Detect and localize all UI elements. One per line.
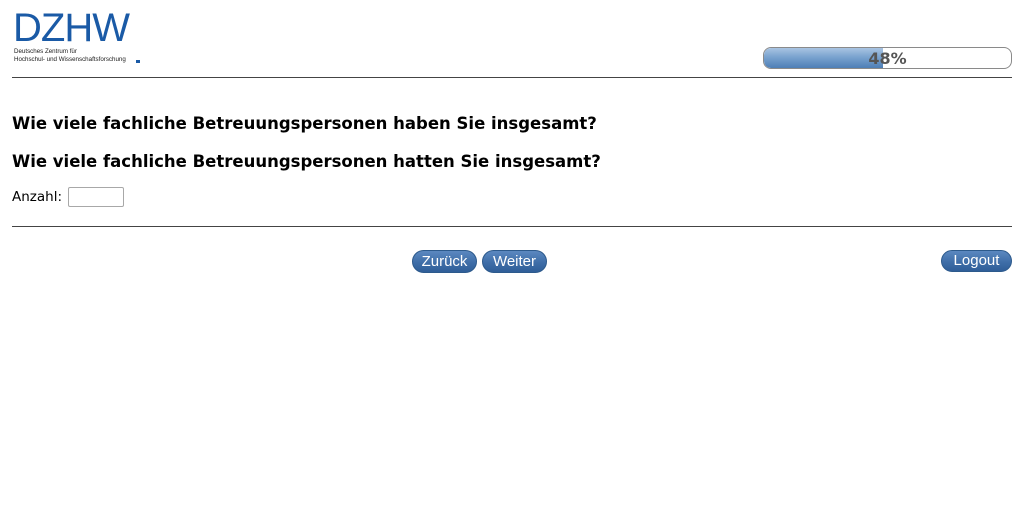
next-button[interactable]: Weiter (482, 250, 547, 273)
back-button[interactable]: Zurück (412, 250, 477, 273)
answer-label: Anzahl: (12, 189, 63, 205)
divider (12, 226, 1012, 227)
logo-accent-mark (136, 60, 140, 63)
survey-page: DZHW Deutsches Zentrum für Hochschul- un… (0, 0, 1024, 505)
count-input[interactable] (68, 187, 125, 207)
logo-subtitle-line1: Deutsches Zentrum für (14, 48, 77, 55)
question-current: Wie viele fachliche Betreuungspersonen h… (12, 114, 597, 133)
question-past: Wie viele fachliche Betreuungspersonen h… (12, 152, 601, 171)
logout-button[interactable]: Logout (941, 250, 1012, 272)
dzhw-logo: DZHW Deutsches Zentrum für Hochschul- un… (13, 6, 153, 66)
progress-percent: 48% (868, 49, 907, 68)
logo-subtitle-line2: Hochschul- und Wissenschaftsforschung (14, 56, 126, 63)
progress-bar: 48% (763, 47, 1012, 69)
header: DZHW Deutsches Zentrum für Hochschul- un… (12, 0, 1012, 78)
logo-mark: DZHW (13, 6, 130, 50)
answer-row: Anzahl: (12, 185, 125, 209)
